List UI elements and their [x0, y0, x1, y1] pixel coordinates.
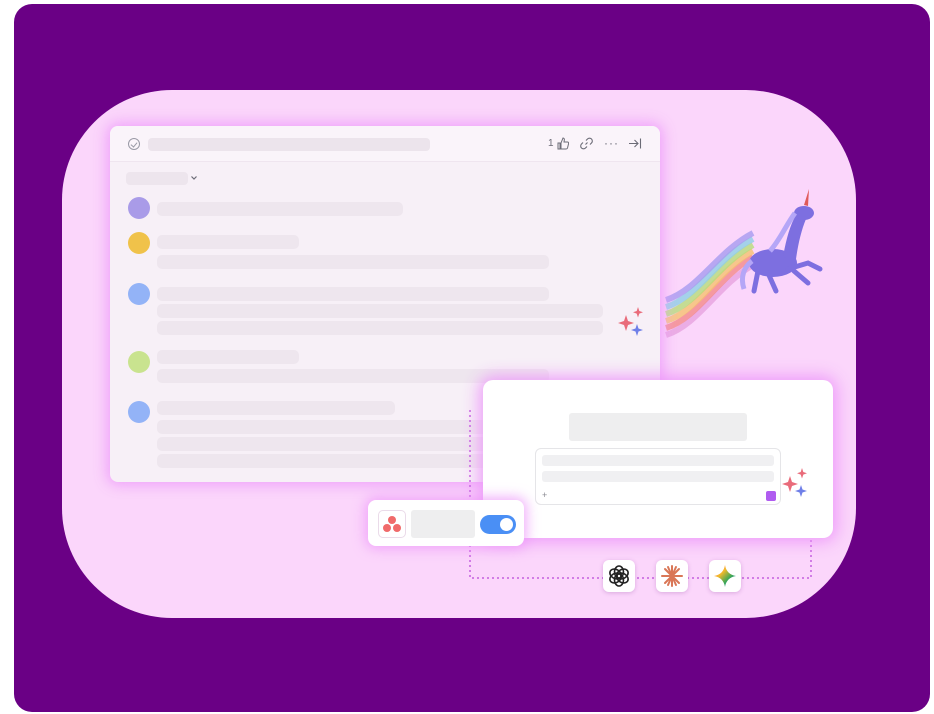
openai-icon[interactable] — [603, 560, 635, 592]
chat-input-line — [542, 455, 774, 466]
integration-toggle[interactable] — [480, 515, 516, 534]
integration-card — [368, 500, 524, 546]
comment-line — [157, 401, 395, 415]
sparkle-icon — [618, 307, 643, 336]
comment-line — [157, 321, 603, 335]
link-icon[interactable] — [580, 137, 593, 150]
more-icon[interactable]: ··· — [604, 137, 619, 149]
chat-input-line — [542, 471, 774, 482]
sort-dropdown[interactable] — [126, 172, 188, 185]
task-title-placeholder — [148, 138, 430, 151]
task-header: 1 ··· — [110, 126, 660, 162]
asana-icon — [378, 510, 406, 538]
comment-line — [157, 255, 549, 269]
chevron-down-icon[interactable] — [190, 174, 198, 182]
thumbs-up-icon[interactable] — [557, 137, 569, 150]
avatar[interactable] — [128, 232, 150, 254]
avatar[interactable] — [128, 401, 150, 423]
ai-chat-card: + — [483, 380, 833, 538]
sparkle-icon — [782, 468, 807, 497]
avatar[interactable] — [128, 197, 150, 219]
comment-line — [157, 235, 299, 249]
avatar[interactable] — [128, 283, 150, 305]
send-button[interactable] — [766, 491, 776, 501]
comment-line — [157, 287, 549, 301]
avatar[interactable] — [128, 351, 150, 373]
collapse-panel-icon[interactable] — [628, 137, 642, 150]
check-circle-icon[interactable] — [128, 138, 140, 150]
toggle-knob — [500, 518, 513, 531]
gemini-icon[interactable] — [709, 560, 741, 592]
integration-label-placeholder — [411, 510, 475, 538]
comment-line — [157, 202, 403, 216]
unicorn-illustration — [664, 189, 823, 338]
comment-line — [157, 350, 299, 364]
plus-icon[interactable]: + — [542, 491, 547, 500]
like-count: 1 — [548, 138, 554, 149]
comment-line — [157, 304, 603, 318]
chat-input[interactable]: + — [535, 448, 781, 505]
claude-icon[interactable] — [656, 560, 688, 592]
ai-card-title-placeholder — [569, 413, 747, 441]
